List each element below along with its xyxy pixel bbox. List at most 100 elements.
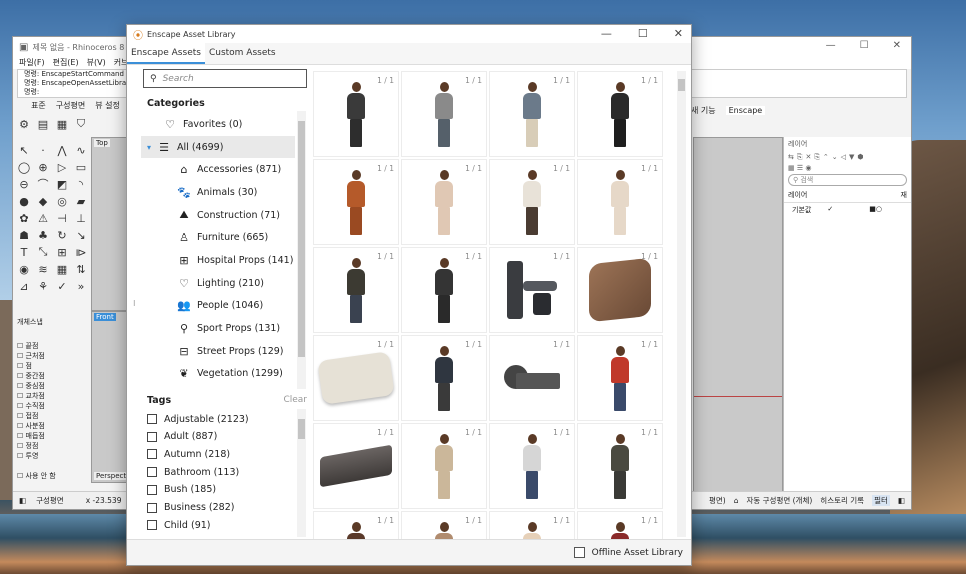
tag-checkbox[interactable] [147,414,157,425]
asset-tile[interactable]: 1 / 1 [313,159,399,245]
sidebar-collapse-handle[interactable]: ⁝ [133,299,136,308]
asset-tile[interactable]: 1 / 1 [489,159,575,245]
osnap-item[interactable]: ☐ 사분점 [17,421,91,431]
status-item[interactable]: 자동 구성평면 (개체) [746,495,812,506]
asset-tile[interactable]: 1 / 1 [577,159,663,245]
minimize-icon[interactable]: — [826,40,836,51]
layer-row[interactable]: 기본값 ✓ ■○ [784,203,911,217]
categories-scrollbar[interactable] [297,111,306,389]
cylinder-icon[interactable]: ◎ [55,194,69,208]
tag-checkbox[interactable] [147,520,157,531]
array-icon[interactable]: ⊞ [55,245,69,259]
tag-checkbox[interactable] [147,449,157,460]
status-item[interactable]: 평면) [709,495,726,506]
category-item[interactable]: ♡ Lighting (210) [141,272,295,295]
snap-icon[interactable]: ⊿ [17,279,31,293]
shield-icon[interactable]: ⛉ [74,117,88,131]
category-item[interactable]: ⛰ Construction (71) [141,204,295,227]
tab-new-features[interactable]: 새 기능 [691,105,716,116]
category-item[interactable]: ⌂ Accessories (871) [141,158,295,181]
maximize-icon[interactable]: ☐ [638,27,648,40]
asset-tile[interactable]: 1 / 1 [401,71,487,157]
asset-tile[interactable]: 1 / 1 [313,247,399,333]
asset-tile[interactable]: 1 / 1 [489,511,575,541]
gear-icon[interactable]: ⚙ [17,117,31,131]
chevron-down-icon[interactable]: ▾ [147,143,151,152]
rectangle-icon[interactable]: ▭ [74,160,88,174]
osnap-item[interactable]: ☐ 투영 [17,451,91,461]
osnap-disable[interactable]: ☐ 사용 안 함 [17,471,91,481]
category-item[interactable]: ♙ Furniture (665) [141,226,295,249]
tag-item[interactable]: Child (91) [141,516,295,534]
osnap-item[interactable]: ☐ 교차점 [17,391,91,401]
transform-icon[interactable]: ⇅ [74,262,88,276]
asset-tile[interactable]: 1 / 1 [577,335,663,421]
osnap-item[interactable]: ☐ 수직점 [17,401,91,411]
osnap-item[interactable]: ☐ 끝점 [17,341,91,351]
category-item[interactable]: 👥 People (1046) [141,295,295,318]
polygon-icon[interactable]: ▷ [55,160,69,174]
category-item[interactable]: ⚲ Sport Props (131) [141,317,295,340]
analyze-icon[interactable]: ◉ [17,262,31,276]
trim-icon[interactable]: ⊥ [74,211,88,225]
polyline-icon[interactable]: ⋀ [55,143,69,157]
category-item[interactable]: ⊟ Street Props (129) [141,340,295,363]
move-icon[interactable]: ☗ [17,228,31,242]
arc-icon[interactable]: ⊖ [17,177,31,191]
text-icon[interactable]: T [17,245,31,259]
layer-search-input[interactable]: ⚲ 검색 [788,174,907,186]
curve-icon[interactable]: ∿ [74,143,88,157]
close-icon[interactable]: ✕ [893,40,901,51]
asset-tile[interactable]: 1 / 1 [313,71,399,157]
scale-icon[interactable]: ↘ [74,228,88,242]
fillet-icon[interactable]: ⌒ [36,177,50,191]
asset-tile[interactable]: 1 / 1 [577,247,663,333]
asset-tile[interactable]: 1 / 1 [489,335,575,421]
tag-item[interactable]: Autumn (218) [141,446,295,464]
asset-tile[interactable]: 1 / 1 [313,335,399,421]
sphere-icon[interactable]: ● [17,194,31,208]
boolean-icon[interactable]: ✿ [17,211,31,225]
tab-custom-assets[interactable]: Custom Assets [205,43,280,64]
osnap-item[interactable]: ☐ 중간점 [17,371,91,381]
minimize-icon[interactable]: — [601,27,612,40]
asset-tile[interactable]: 1 / 1 [313,423,399,509]
asset-tile[interactable]: 1 / 1 [401,335,487,421]
history-icon[interactable]: ⚘ [36,279,50,293]
status-item[interactable]: 필터 [872,495,890,506]
print-icon[interactable]: ▦ [55,117,69,131]
more-icon[interactable]: » [74,279,88,293]
tag-item[interactable]: Adult (887) [141,428,295,446]
tag-item[interactable]: Bush (185) [141,481,295,499]
grid-icon[interactable]: ▦ [55,262,69,276]
loft-icon[interactable]: ◝ [74,177,88,191]
point-icon[interactable]: · [36,143,50,157]
menu-file[interactable]: 파일(F) [19,57,45,69]
osnap-item[interactable]: ☐ 매듭점 [17,431,91,441]
asset-tile[interactable]: 1 / 1 [401,423,487,509]
mesh-icon[interactable]: ⚠ [36,211,50,225]
viewport-right[interactable] [693,137,783,493]
asset-tile[interactable]: 1 / 1 [489,423,575,509]
ellipse-icon[interactable]: ⊕ [36,160,50,174]
menu-edit[interactable]: 편집(E) [53,57,79,69]
split-icon[interactable]: ⊣ [55,211,69,225]
asset-tile[interactable]: 1 / 1 [401,511,487,541]
rotate-icon[interactable]: ↻ [55,228,69,242]
mirror-icon[interactable]: ⧐ [74,245,88,259]
select-icon[interactable]: ↖ [17,143,31,157]
osnap-item[interactable]: ☐ 중심점 [17,381,91,391]
tag-item[interactable]: Bathroom (113) [141,463,295,481]
clear-button[interactable]: Clear [283,395,307,405]
maximize-icon[interactable]: ☐ [860,40,869,51]
tag-item[interactable]: Adjustable (2123) [141,410,295,428]
extrude-icon[interactable]: ▰ [74,194,88,208]
tab-cplane[interactable]: 구성평면 [56,100,85,111]
osnap-item[interactable]: ☐ 정점 [17,441,91,451]
asset-tile[interactable]: 1 / 1 [577,71,663,157]
check-icon[interactable]: ✓ [55,279,69,293]
category-item[interactable]: ⊞ Hospital Props (141) [141,249,295,272]
status-cplane[interactable]: 구성평면 [36,495,64,506]
asset-tile[interactable]: 1 / 1 [401,247,487,333]
asset-tile[interactable]: 1 / 1 [489,247,575,333]
